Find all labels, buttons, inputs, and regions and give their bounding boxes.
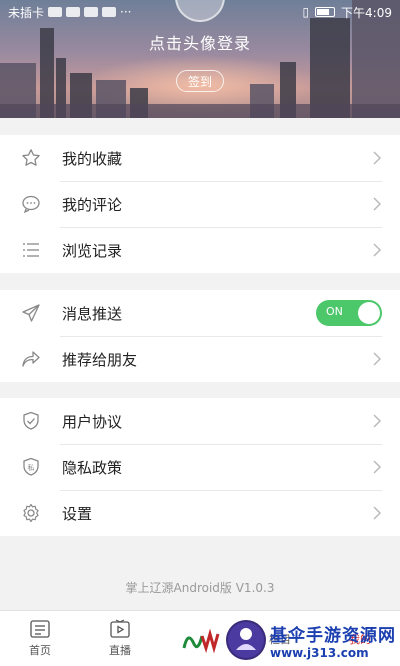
- gear-icon: [20, 502, 42, 524]
- chevron-right-icon: [373, 243, 382, 257]
- toggle-state-text: ON: [326, 305, 343, 318]
- menu-group-personal: 我的收藏 我的评论 浏览记录: [0, 135, 400, 273]
- menu-item-favorites[interactable]: 我的收藏: [0, 135, 400, 181]
- list-icon: [20, 239, 42, 261]
- signin-button[interactable]: 签到: [176, 70, 224, 92]
- clock: 下午4:09: [341, 5, 392, 20]
- menu-group-legal: 用户协议 私 隐私政策 设置: [0, 398, 400, 536]
- nav-tab-live[interactable]: 直播: [80, 611, 160, 666]
- menu-item-label: 消息推送: [62, 304, 123, 323]
- menu-item-push[interactable]: 消息推送 ON: [0, 290, 400, 336]
- nav-tab-home[interactable]: 首页: [0, 611, 80, 666]
- battery-icon: [315, 7, 336, 17]
- menu-item-recommend[interactable]: 推荐给朋友: [0, 336, 400, 382]
- shield-check-icon: [20, 410, 42, 432]
- menu-item-comments[interactable]: 我的评论: [0, 181, 400, 227]
- notification-icon: [48, 7, 63, 17]
- notification-icon: [84, 7, 99, 17]
- privacy-icon-glyph: 私: [28, 463, 35, 472]
- menu-item-label: 浏览记录: [62, 241, 123, 260]
- nav-label: 首页: [29, 644, 51, 657]
- carrier-text: 未插卡: [8, 5, 45, 20]
- watermark-title: 基伞手游资源网: [270, 625, 396, 646]
- chevron-right-icon: [373, 460, 382, 474]
- menu-item-label: 我的收藏: [62, 149, 123, 168]
- star-icon: [20, 147, 42, 169]
- login-prompt[interactable]: 点击头像登录: [0, 30, 400, 54]
- push-toggle[interactable]: ON: [316, 300, 382, 326]
- chevron-right-icon: [373, 352, 382, 366]
- menu-item-label: 隐私政策: [62, 458, 123, 477]
- menu-item-settings[interactable]: 设置: [0, 490, 400, 536]
- watermark: 基伞手游资源网 www.j313.com: [180, 614, 400, 666]
- share-icon: [20, 348, 42, 370]
- menu-item-user-agreement[interactable]: 用户协议: [0, 398, 400, 444]
- notification-icon: [66, 7, 81, 17]
- watermark-text: 基伞手游资源网 www.j313.com: [270, 621, 396, 660]
- status-bar: 未插卡 ··· ▯ 下午4:09: [0, 0, 400, 24]
- chevron-right-icon: [373, 506, 382, 520]
- menu-group-notifications: 消息推送 ON 推荐给朋友: [0, 290, 400, 382]
- privacy-shield-icon: 私: [20, 456, 42, 478]
- vibrate-icon: ▯: [302, 5, 310, 19]
- menu-item-history[interactable]: 浏览记录: [0, 227, 400, 273]
- news-icon: [30, 620, 50, 638]
- menu-item-label: 我的评论: [62, 195, 123, 214]
- watermark-badge-icon: [226, 620, 266, 660]
- water: [0, 104, 400, 118]
- send-icon: [20, 302, 42, 324]
- menu-item-privacy[interactable]: 私 隐私政策: [0, 444, 400, 490]
- watermark-url: www.j313.com: [270, 645, 369, 660]
- chevron-right-icon: [373, 151, 382, 165]
- notification-icon: [102, 7, 117, 17]
- profile-header: 未插卡 ··· ▯ 下午4:09 点击头像登录 签到: [0, 0, 400, 118]
- app-version: 掌上辽源Android版 V1.0.3: [125, 581, 275, 595]
- chevron-right-icon: [373, 197, 382, 211]
- comment-icon: [20, 193, 42, 215]
- menu-item-label: 用户协议: [62, 412, 123, 431]
- toggle-knob: [358, 302, 380, 324]
- more-notifications-text: ···: [120, 5, 132, 19]
- menu-item-label: 设置: [62, 504, 93, 523]
- live-icon: [110, 619, 130, 638]
- nav-label: 直播: [109, 644, 131, 657]
- watermark-logo-icon: [182, 628, 220, 654]
- chevron-right-icon: [373, 414, 382, 428]
- menu-item-label: 推荐给朋友: [62, 350, 138, 369]
